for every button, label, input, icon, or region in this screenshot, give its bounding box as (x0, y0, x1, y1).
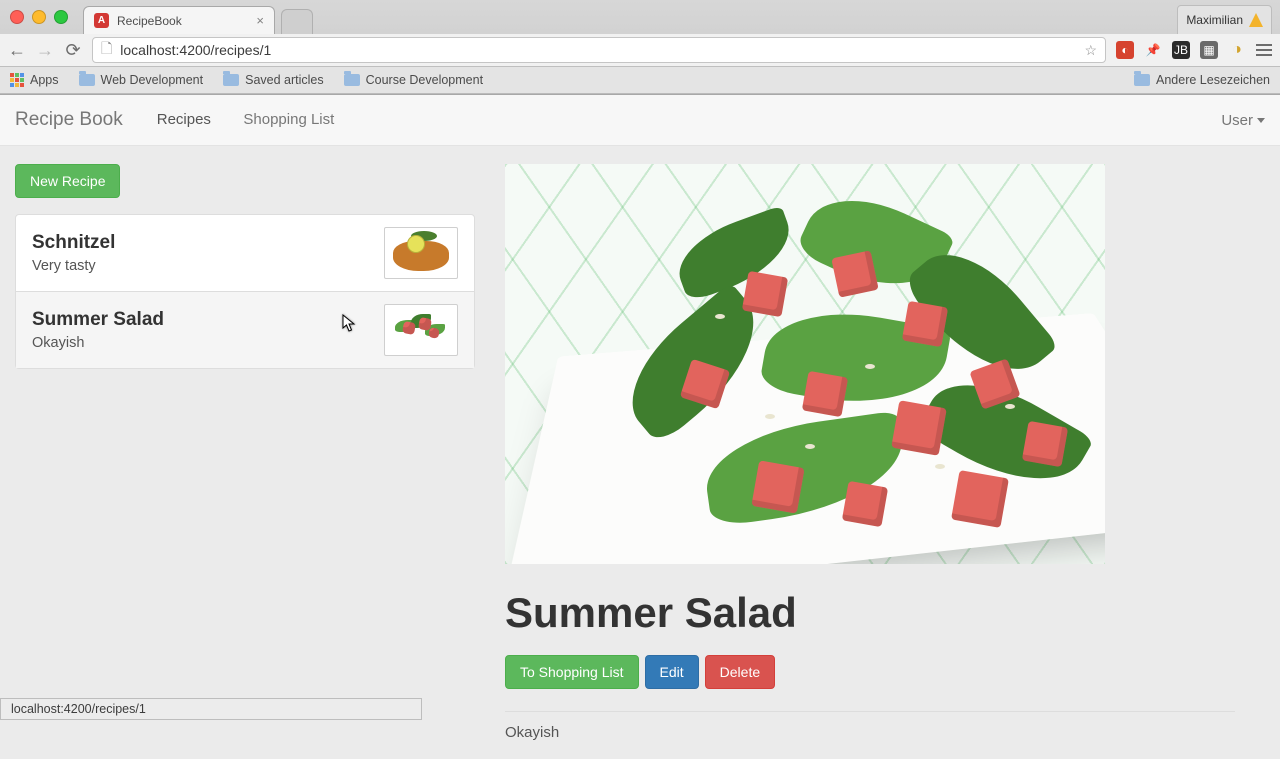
edit-button[interactable]: Edit (645, 655, 699, 689)
caret-down-icon (1257, 118, 1265, 123)
recipe-detail-title: Summer Salad (505, 589, 1235, 637)
recipe-thumbnail (384, 227, 458, 279)
page-icon: 🗋 (101, 38, 112, 62)
tab-close-icon[interactable]: × (256, 13, 264, 28)
bookmark-folder-other[interactable]: Andere Lesezeichen (1134, 73, 1270, 87)
recipe-item-title: Schnitzel (32, 232, 384, 254)
profile-name: Maximilian (1186, 13, 1243, 27)
bookmark-star-icon[interactable]: ☆ (1084, 42, 1097, 59)
address-bar[interactable]: 🗋 localhost:4200/recipes/1 ☆ (92, 37, 1106, 63)
recipe-list-item[interactable]: Summer Salad Okayish (16, 292, 474, 368)
close-window-icon[interactable] (10, 10, 24, 24)
bookmark-folder[interactable]: Web Development (79, 73, 204, 87)
to-shopping-list-button[interactable]: To Shopping List (505, 655, 639, 689)
reload-icon[interactable]: ⟳ (64, 41, 82, 59)
extension-icon-1[interactable]: ◐ (1116, 41, 1134, 59)
browser-menu-icon[interactable] (1256, 44, 1272, 56)
app-navbar: Recipe Book Recipes Shopping List User (0, 95, 1280, 146)
recipe-item-desc: Okayish (32, 335, 384, 351)
browser-tab-active[interactable]: A RecipeBook × (83, 6, 275, 34)
folder-icon (223, 74, 239, 86)
nav-link-shopping[interactable]: Shopping List (229, 111, 348, 128)
recipe-actions: To Shopping List Edit Delete (505, 655, 1235, 689)
back-icon[interactable]: ← (8, 41, 26, 59)
extension-icon-2[interactable]: 📌 (1144, 41, 1162, 59)
browser-toolbar: ← → ⟳ 🗋 localhost:4200/recipes/1 ☆ ◐ 📌 J… (0, 34, 1280, 67)
salad-icon (389, 310, 453, 350)
apps-grid-icon (10, 73, 24, 87)
recipe-thumbnail (384, 304, 458, 356)
recipe-list-item[interactable]: Schnitzel Very tasty (16, 215, 474, 292)
nav-link-recipes[interactable]: Recipes (143, 111, 225, 128)
app-root: Recipe Book Recipes Shopping List User N… (0, 95, 1280, 759)
recipe-detail-column: Summer Salad To Shopping List Edit Delet… (505, 164, 1265, 741)
folder-icon (1134, 74, 1150, 86)
new-tab-button[interactable] (281, 9, 313, 34)
forward-icon: → (36, 41, 54, 59)
brand-title[interactable]: Recipe Book (15, 109, 143, 131)
favicon-icon: A (94, 13, 109, 28)
divider (505, 711, 1235, 712)
tab-title: RecipeBook (117, 14, 182, 28)
browser-status-bar: localhost:4200/recipes/1 (0, 698, 422, 720)
recipe-item-desc: Very tasty (32, 258, 384, 274)
nav-user-dropdown[interactable]: User (1221, 112, 1265, 129)
window-controls[interactable] (10, 10, 68, 24)
bookmark-folder[interactable]: Course Development (344, 73, 483, 87)
folder-icon (79, 74, 95, 86)
schnitzel-icon (391, 235, 451, 271)
warning-icon (1249, 13, 1263, 27)
extension-icon-3[interactable]: JB (1172, 41, 1190, 59)
delete-button[interactable]: Delete (705, 655, 775, 689)
recipe-description: Okayish (505, 724, 1235, 741)
bookmark-folder[interactable]: Saved articles (223, 73, 324, 87)
new-recipe-button[interactable]: New Recipe (15, 164, 120, 198)
recipe-hero-image (505, 164, 1105, 564)
maximize-window-icon[interactable] (54, 10, 68, 24)
extension-icon-5[interactable]: ◑ (1228, 41, 1246, 59)
browser-profile-chip[interactable]: Maximilian (1177, 5, 1272, 34)
browser-titlebar: A RecipeBook × Maximilian (0, 0, 1280, 34)
recipe-list-column: New Recipe Schnitzel Very tasty S (15, 164, 475, 741)
folder-icon (344, 74, 360, 86)
bookmarks-bar: Apps Web Development Saved articles Cour… (0, 67, 1280, 94)
recipe-item-title: Summer Salad (32, 309, 384, 331)
minimize-window-icon[interactable] (32, 10, 46, 24)
url-text: localhost:4200/recipes/1 (120, 42, 271, 58)
extension-icon-4[interactable]: ▦ (1200, 41, 1218, 59)
browser-chrome: A RecipeBook × Maximilian ← → ⟳ 🗋 localh… (0, 0, 1280, 95)
recipe-list: Schnitzel Very tasty Summer Salad Okayis… (15, 214, 475, 369)
bookmarks-apps[interactable]: Apps (10, 73, 59, 87)
